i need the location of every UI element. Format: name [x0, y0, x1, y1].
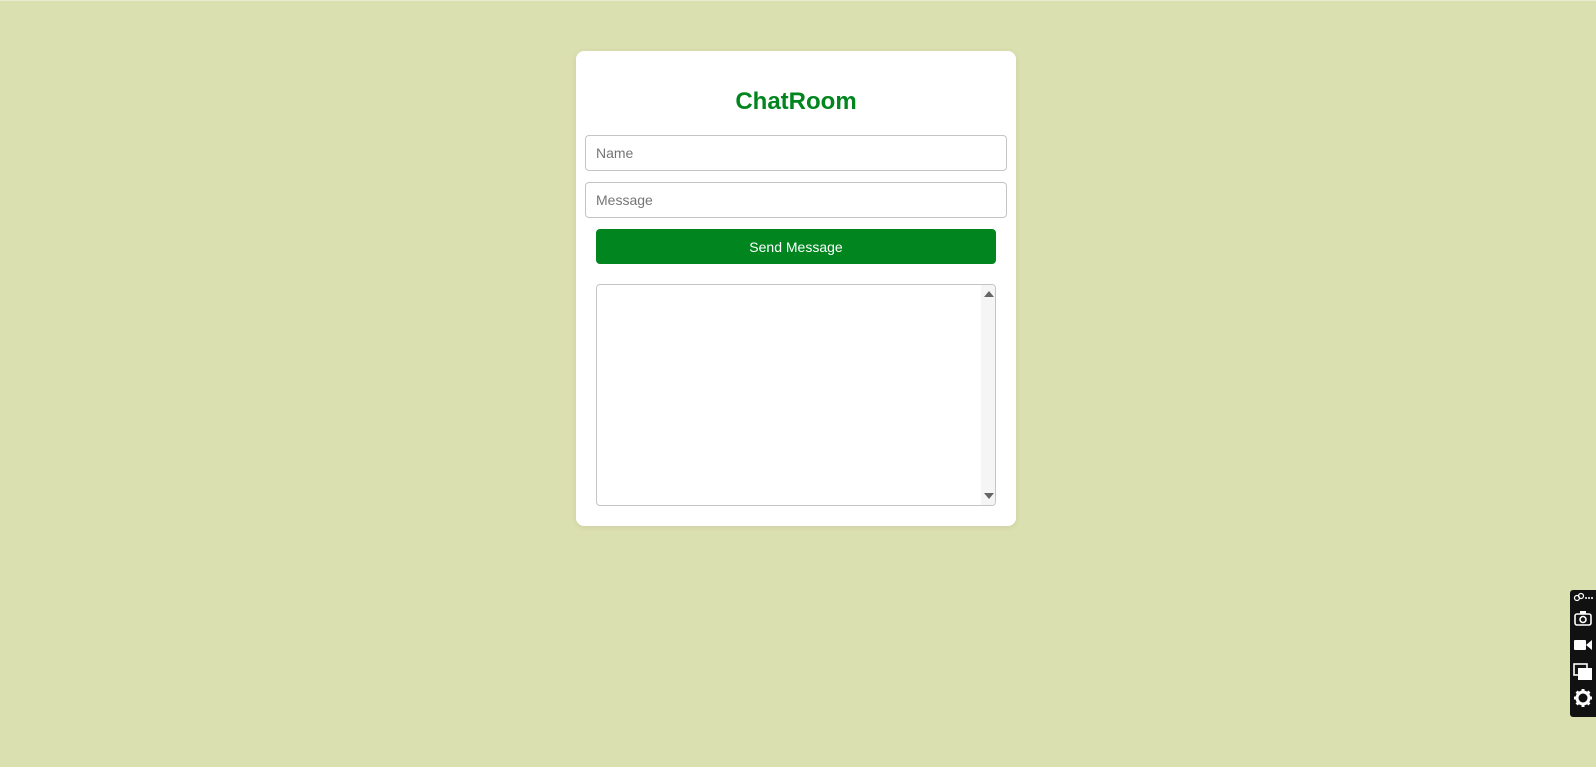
video-icon[interactable]: [1573, 635, 1593, 655]
name-input[interactable]: [585, 135, 1007, 171]
screen-capture-widget: [1570, 590, 1596, 717]
chat-card: ChatRoom Send Message: [576, 51, 1016, 526]
camera-icon[interactable]: [1573, 608, 1593, 628]
more-icon: [1585, 597, 1587, 599]
window-icon[interactable]: [1573, 661, 1593, 681]
messages-list[interactable]: [596, 284, 996, 506]
send-message-button[interactable]: Send Message: [596, 229, 996, 264]
messages-scrollbar[interactable]: [981, 285, 995, 505]
gear-icon[interactable]: [1573, 688, 1593, 708]
page-top-border: [0, 0, 1596, 1]
message-input[interactable]: [585, 182, 1007, 218]
scroll-down-arrow-icon[interactable]: [984, 493, 994, 499]
page-title: ChatRoom: [735, 88, 857, 115]
scroll-up-arrow-icon[interactable]: [984, 291, 994, 297]
link-icon[interactable]: [1573, 592, 1593, 604]
